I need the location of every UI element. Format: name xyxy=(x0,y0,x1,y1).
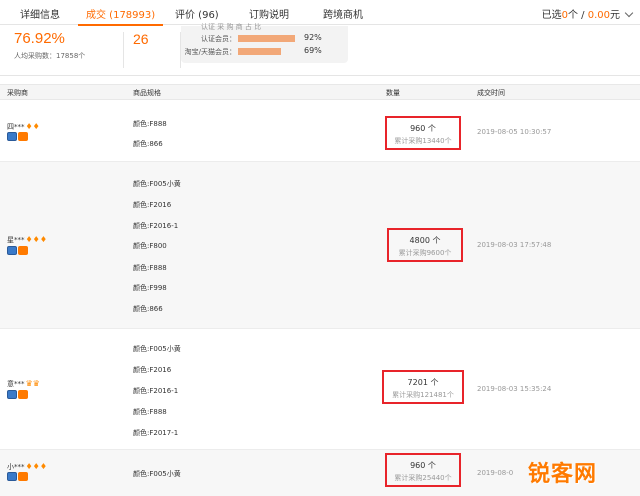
cumulative-qty: 累计采购121481个 xyxy=(392,391,454,399)
spec-item: 颜色:F888 xyxy=(133,264,167,272)
qty-highlight: 960 个 累计采购25440个 xyxy=(385,453,461,487)
spec-item: 颜色:F2016-1 xyxy=(133,222,179,230)
deal-time: 2019-08-05 10:30:57 xyxy=(477,128,552,136)
spec-item: 颜色:F888 xyxy=(133,120,167,128)
member-ratio-title: 认证 采 购 商 占 比 xyxy=(201,23,262,31)
buyer-name: 意*** xyxy=(7,380,25,388)
col-qty: 数量 xyxy=(386,89,400,97)
tab-transactions[interactable]: 成交 (178993) xyxy=(77,6,164,26)
col-time: 成交时间 xyxy=(477,89,505,97)
buyer-level-icon: ♦♦♦ xyxy=(25,235,48,244)
deal-time: 2019-08-0 xyxy=(477,469,514,477)
spec-item: 颜色:866 xyxy=(133,140,163,148)
repeat-rate: 76.92% xyxy=(14,30,65,47)
avg-qty: 人均采购数：17858个 xyxy=(14,52,86,60)
watermark-logo: 锐客网 xyxy=(528,456,640,488)
buyer-name: 小*** xyxy=(7,463,25,471)
buyer-name: 星*** xyxy=(7,236,25,244)
table-row: 四***♦♦ 颜色:F888 颜色:866 960 个 累计采购13440个 2… xyxy=(0,100,640,162)
spec-item: 颜色:F998 xyxy=(133,284,167,292)
cumulative-qty: 累计采购9600个 xyxy=(398,249,452,257)
taobao-badge-icon xyxy=(18,132,28,141)
spec-item: 颜色:F888 xyxy=(133,408,167,416)
spec-item: 颜色:F005小黄 xyxy=(133,470,181,478)
buyer-level-icon: ♛♛ xyxy=(25,379,40,388)
table-row: 意***♛♛ 颜色:F005小黄 颜色:F2016 颜色:F2016-1 颜色:… xyxy=(0,329,640,450)
stats-panel: 76.92% 人均采购数：17858个 26 认证 采 购 商 占 比 认证会员… xyxy=(0,23,640,76)
certified-badge-icon xyxy=(7,246,17,255)
tab-order-instructions[interactable]: 订购说明 xyxy=(249,6,289,21)
member-row-certified: 认证会员： 92% xyxy=(201,33,322,43)
taobao-badge-icon xyxy=(18,472,28,481)
spec-item: 颜色:866 xyxy=(133,305,163,313)
deal-time: 2019-08-03 15:35:24 xyxy=(477,385,552,393)
cumulative-qty: 累计采购25440个 xyxy=(394,474,452,482)
taobao-badge-icon xyxy=(18,246,28,255)
cumulative-qty: 累计采购13440个 xyxy=(394,137,452,145)
spec-item: 颜色:F2016-1 xyxy=(133,387,179,395)
buyer-level-icon: ♦♦♦ xyxy=(25,462,48,471)
selected-amount: 0.00 xyxy=(587,10,610,21)
watermark-text: 锐客网 xyxy=(528,462,598,487)
buyer-level-icon: ♦♦ xyxy=(25,122,40,131)
buyer-count: 26 xyxy=(133,31,149,47)
tab-reviews[interactable]: 评价 (96) xyxy=(175,6,219,21)
spec-item: 颜色:F2017-1 xyxy=(133,429,179,437)
member-row-taobao: 淘宝/天猫会员： 69% xyxy=(184,46,322,56)
col-spec: 商品规格 xyxy=(133,89,161,97)
qty-value: 4800 个 xyxy=(409,236,441,245)
tab-details[interactable]: 详细信息 xyxy=(20,6,60,21)
qty-value: 7201 个 xyxy=(407,378,439,387)
divider xyxy=(123,32,124,68)
member-ratio-popover: 认证 采 购 商 占 比 认证会员： 92% 淘宝/天猫会员： 69% xyxy=(181,23,348,63)
qty-highlight: 7201 个 累计采购121481个 xyxy=(382,370,464,404)
member-bar-taobao xyxy=(238,48,281,55)
qty-value: 960 个 xyxy=(410,461,436,470)
spec-item: 颜色:F2016 xyxy=(133,201,172,209)
table-header: 采购商 商品规格 数量 成交时间 xyxy=(0,84,640,100)
spec-item: 颜色:F005小黄 xyxy=(133,345,181,353)
buyer-name: 四*** xyxy=(7,123,25,131)
certified-badge-icon xyxy=(7,472,17,481)
taobao-badge-icon xyxy=(18,390,28,399)
deal-time: 2019-08-03 17:57:48 xyxy=(477,241,552,249)
spec-item: 颜色:F005小黄 xyxy=(133,180,181,188)
tab-bar: 详细信息 成交 (178993) 评价 (96) 订购说明 跨境商机 已选0个 … xyxy=(0,0,640,26)
chevron-down-icon[interactable] xyxy=(624,8,634,18)
col-buyer: 采购商 xyxy=(7,89,28,97)
member-bar-certified xyxy=(238,35,295,42)
spec-item: 颜色:F800 xyxy=(133,242,167,250)
selected-summary[interactable]: 已选0个 / 0.00元 xyxy=(542,6,634,21)
qty-highlight: 960 个 累计采购13440个 xyxy=(385,116,461,150)
certified-badge-icon xyxy=(7,132,17,141)
spec-item: 颜色:F2016 xyxy=(133,366,172,374)
qty-highlight: 4800 个 累计采购9600个 xyxy=(387,228,463,262)
tab-cross-border[interactable]: 跨境商机 xyxy=(323,6,363,21)
certified-badge-icon xyxy=(7,390,17,399)
table-row: 星***♦♦♦ 颜色:F005小黄 颜色:F2016 颜色:F2016-1 颜色… xyxy=(0,162,640,329)
qty-value: 960 个 xyxy=(410,124,436,133)
